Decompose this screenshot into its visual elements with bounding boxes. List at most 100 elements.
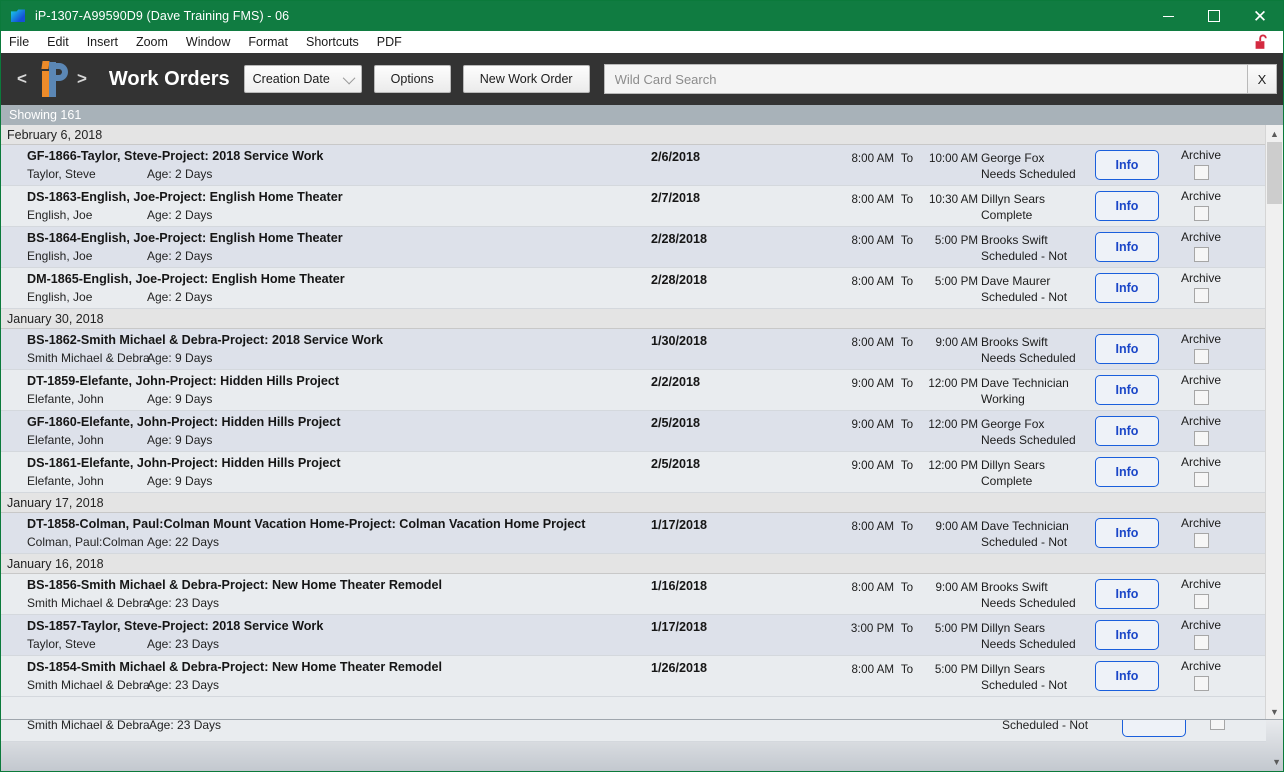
work-order-start-time: 8:00 AM	[851, 520, 894, 533]
info-button[interactable]: Info	[1095, 620, 1159, 650]
scroll-down-icon[interactable]: ▼	[1266, 703, 1283, 720]
archive-checkbox[interactable]	[1193, 635, 1209, 650]
work-order-end-time: 9:00 AM	[935, 520, 978, 533]
work-order-row[interactable]: DS-1863-English, Joe-Project: English Ho…	[1, 186, 1265, 227]
scroll-up-icon[interactable]: ▲	[1266, 125, 1283, 142]
archive-checkbox[interactable]	[1193, 165, 1209, 180]
work-order-age: Age: 2 Days	[147, 290, 213, 304]
info-button[interactable]: Info	[1095, 232, 1159, 262]
group-date-header: February 6, 2018	[1, 125, 1265, 145]
menu-shortcuts[interactable]: Shortcuts	[297, 31, 368, 53]
time-separator-label: To	[900, 193, 914, 206]
info-button[interactable]: Info	[1095, 661, 1159, 691]
sort-by-select[interactable]: Creation Date	[243, 65, 362, 93]
menu-window[interactable]: Window	[177, 31, 239, 53]
vertical-scrollbar[interactable]: ▲ ▼	[1265, 125, 1283, 720]
time-separator-label: To	[900, 234, 914, 247]
info-button[interactable]: Info	[1095, 457, 1159, 487]
new-work-order-button[interactable]: New Work Order	[462, 65, 590, 93]
archive-label: Archive	[1180, 332, 1221, 346]
work-order-end-time: 9:00 AM	[935, 336, 978, 349]
work-order-row[interactable]: DM-1865-English, Joe-Project: English Ho…	[1, 268, 1265, 309]
group-date-header: January 30, 2018	[1, 309, 1265, 329]
scrollbar-thumb[interactable]	[1267, 142, 1282, 204]
work-order-status: Scheduled - Not	[981, 249, 1068, 263]
info-button[interactable]: Info	[1095, 579, 1159, 609]
time-separator-label: To	[900, 418, 914, 431]
forward-button[interactable]: >	[71, 69, 93, 89]
work-order-technician: Dillyn Sears	[981, 458, 1046, 472]
window-controls: ✕	[1145, 1, 1283, 31]
work-order-end-time: 9:00 AM	[935, 581, 978, 594]
work-order-row[interactable]: DT-1858-Colman, Paul:Colman Mount Vacati…	[1, 513, 1265, 554]
work-order-start-time: 9:00 AM	[851, 459, 894, 472]
work-order-title: DS-1861-Elefante, John-Project: Hidden H…	[27, 456, 341, 470]
menu-zoom[interactable]: Zoom	[127, 31, 177, 53]
info-cell: Info	[1086, 145, 1168, 185]
work-order-tech-cell: Dillyn Sears Scheduled - Not	[981, 656, 1086, 696]
info-cell: Info	[1086, 615, 1168, 655]
clipped-info-button[interactable]	[1122, 720, 1186, 737]
info-button[interactable]: Info	[1095, 334, 1159, 364]
work-order-row[interactable]: GF-1866-Taylor, Steve-Project: 2018 Serv…	[1, 145, 1265, 186]
archive-cell: Archive	[1168, 268, 1234, 308]
search-clear-button[interactable]: X	[1247, 64, 1277, 94]
menu-file[interactable]: File	[1, 31, 38, 53]
menu-edit[interactable]: Edit	[38, 31, 78, 53]
work-order-row[interactable]: DS-1854-Smith Michael & Debra-Project: N…	[1, 656, 1265, 697]
info-button[interactable]: Info	[1095, 191, 1159, 221]
work-order-status: Needs Scheduled	[981, 596, 1076, 610]
minimize-button[interactable]	[1145, 1, 1191, 31]
menu-insert[interactable]: Insert	[78, 31, 127, 53]
archive-checkbox[interactable]	[1193, 390, 1209, 405]
work-order-row[interactable]: DS-1861-Elefante, John-Project: Hidden H…	[1, 452, 1265, 493]
work-order-row[interactable]: DT-1859-Elefante, John-Project: Hidden H…	[1, 370, 1265, 411]
menu-format[interactable]: Format	[239, 31, 297, 53]
clipped-archive-checkbox[interactable]	[1210, 720, 1225, 730]
info-button[interactable]: Info	[1095, 150, 1159, 180]
work-order-title-cell: DS-1863-English, Joe-Project: English Ho…	[1, 186, 651, 226]
maximize-button[interactable]	[1191, 1, 1237, 31]
archive-checkbox[interactable]	[1193, 594, 1209, 609]
work-order-title: BS-1864-English, Joe-Project: English Ho…	[27, 231, 343, 245]
work-order-title-cell: GF-1860-Elefante, John-Project: Hidden H…	[1, 411, 651, 451]
menu-pdf[interactable]: PDF	[368, 31, 411, 53]
work-order-tech-cell: George Fox Needs Scheduled	[981, 411, 1086, 451]
archive-checkbox[interactable]	[1193, 206, 1209, 221]
info-button[interactable]: Info	[1095, 375, 1159, 405]
info-button[interactable]: Info	[1095, 518, 1159, 548]
info-cell: Info	[1086, 268, 1168, 308]
close-button[interactable]: ✕	[1237, 1, 1283, 31]
archive-checkbox[interactable]	[1193, 349, 1209, 364]
time-separator-label: To	[900, 459, 914, 472]
archive-checkbox[interactable]	[1193, 533, 1209, 548]
work-order-technician: George Fox	[981, 417, 1045, 431]
archive-checkbox[interactable]	[1193, 676, 1209, 691]
archive-cell: Archive	[1168, 411, 1234, 451]
work-order-age: Age: 9 Days	[147, 433, 213, 447]
work-order-row[interactable]: BS-1856-Smith Michael & Debra-Project: N…	[1, 574, 1265, 615]
work-order-title-cell: GF-1866-Taylor, Steve-Project: 2018 Serv…	[1, 145, 651, 185]
archive-cell: Archive	[1168, 145, 1234, 185]
archive-cell: Archive	[1168, 513, 1234, 553]
work-order-row[interactable]: BS-1864-English, Joe-Project: English Ho…	[1, 227, 1265, 268]
title-bar: iP-1307-A99590D9 (Dave Training FMS) - 0…	[1, 1, 1283, 31]
unlock-icon[interactable]	[1255, 34, 1271, 51]
info-button[interactable]: Info	[1095, 416, 1159, 446]
archive-checkbox[interactable]	[1193, 431, 1209, 446]
archive-checkbox[interactable]	[1193, 247, 1209, 262]
options-button[interactable]: Options	[373, 65, 451, 93]
back-button[interactable]: <	[11, 69, 33, 89]
search-input[interactable]	[603, 64, 1247, 94]
archive-checkbox[interactable]	[1193, 288, 1209, 303]
archive-label: Archive	[1180, 659, 1221, 673]
work-order-title: DM-1865-English, Joe-Project: English Ho…	[27, 272, 345, 286]
info-button[interactable]: Info	[1095, 273, 1159, 303]
work-order-row[interactable]: GF-1860-Elefante, John-Project: Hidden H…	[1, 411, 1265, 452]
work-order-time-cell: 8:00 AM To 5:00 PM	[836, 227, 981, 267]
result-count-bar: Showing 161	[1, 105, 1283, 125]
archive-checkbox[interactable]	[1193, 472, 1209, 487]
work-order-row[interactable]: BS-1862-Smith Michael & Debra-Project: 2…	[1, 329, 1265, 370]
footer-scroll-down-icon[interactable]: ▼	[1272, 757, 1281, 767]
work-order-row[interactable]: DS-1857-Taylor, Steve-Project: 2018 Serv…	[1, 615, 1265, 656]
